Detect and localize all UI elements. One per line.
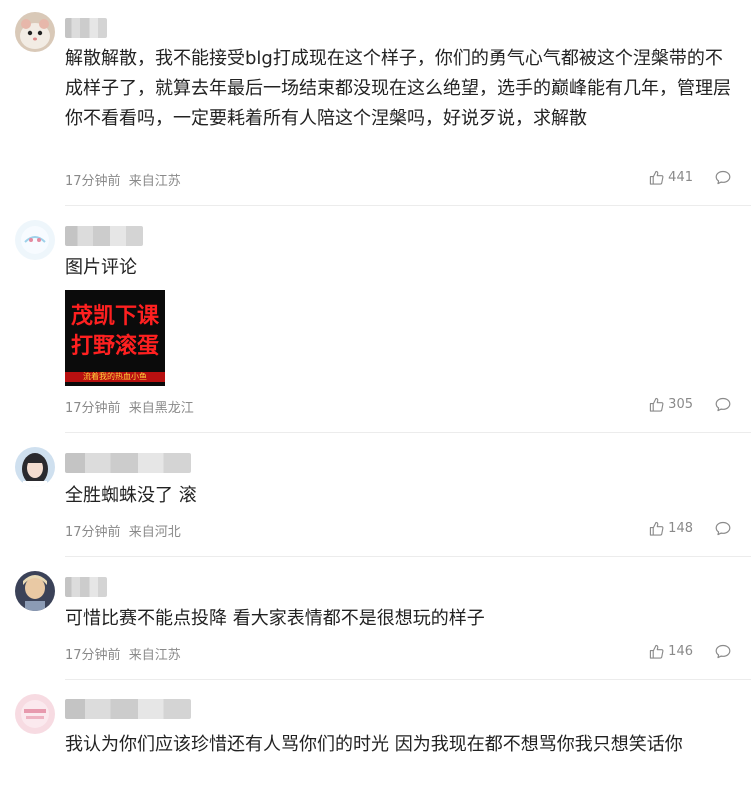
comment-meta: 17分钟前 来自黑龙江 bbox=[65, 397, 194, 416]
comment-meta: 17分钟前 来自河北 bbox=[65, 521, 181, 540]
like-count: 441 bbox=[668, 170, 693, 185]
thumbs-up-icon bbox=[650, 644, 664, 659]
comment-text: 全胜蜘蛛没了 滚 bbox=[65, 485, 197, 506]
reply-button[interactable] bbox=[715, 170, 731, 185]
comment-text: 图片评论 bbox=[65, 257, 137, 278]
username-blurred[interactable] bbox=[65, 226, 143, 246]
speech-bubble-icon bbox=[715, 521, 731, 536]
user-avatar[interactable] bbox=[15, 220, 55, 260]
comment-time: 17分钟前 bbox=[65, 648, 121, 663]
like-count: 305 bbox=[668, 397, 693, 412]
like-button[interactable]: 305 bbox=[649, 397, 693, 412]
comment-meta: 17分钟前 来自江苏 bbox=[65, 644, 181, 663]
girl-avatar-icon bbox=[15, 447, 55, 487]
like-count: 148 bbox=[668, 521, 693, 536]
comment-actions: 305 bbox=[649, 397, 731, 412]
comment-actions: 148 bbox=[649, 521, 731, 536]
thumbs-up-icon bbox=[650, 170, 664, 185]
reply-button[interactable] bbox=[715, 521, 731, 536]
comment-time: 17分钟前 bbox=[65, 525, 121, 540]
comment-image[interactable]: 茂凯下课 打野滚蛋 流着我的热血小鱼 bbox=[65, 290, 165, 386]
like-button[interactable]: 148 bbox=[649, 521, 693, 536]
comment-time: 17分钟前 bbox=[65, 401, 121, 416]
hamster-avatar-icon bbox=[15, 12, 55, 52]
thumbs-up-icon bbox=[650, 521, 664, 536]
username-blurred[interactable] bbox=[65, 699, 191, 719]
divider bbox=[65, 679, 751, 680]
thumbs-up-icon bbox=[650, 397, 664, 412]
comment-actions: 146 bbox=[649, 644, 731, 659]
speech-bubble-icon bbox=[715, 644, 731, 659]
image-text-line1: 茂凯下课 bbox=[70, 304, 159, 329]
like-button[interactable]: 441 bbox=[649, 170, 693, 185]
divider bbox=[65, 432, 751, 433]
image-caption: 流着我的热血小鱼 bbox=[65, 372, 165, 382]
comment-location: 来自江苏 bbox=[128, 648, 181, 663]
reply-button[interactable] bbox=[715, 644, 731, 659]
light-avatar-icon bbox=[15, 220, 55, 260]
divider bbox=[65, 556, 751, 557]
user-avatar[interactable] bbox=[15, 447, 55, 487]
pink-avatar-icon bbox=[15, 694, 55, 734]
reply-button[interactable] bbox=[715, 397, 731, 412]
comment-meta: 17分钟前 来自江苏 bbox=[65, 170, 181, 189]
divider bbox=[65, 205, 751, 206]
comment-location: 来自江苏 bbox=[128, 174, 181, 189]
comment-location: 来自河北 bbox=[128, 525, 181, 540]
comment-time: 17分钟前 bbox=[65, 174, 121, 189]
like-button[interactable]: 146 bbox=[649, 644, 693, 659]
username-blurred[interactable] bbox=[65, 577, 107, 597]
user-avatar[interactable] bbox=[15, 12, 55, 52]
comment-text: 我认为你们应该珍惜还有人骂你们的时光 因为我现在都不想骂你我只想笑话你 bbox=[65, 734, 683, 755]
comment-location: 来自黑龙江 bbox=[128, 401, 194, 416]
like-count: 146 bbox=[668, 644, 693, 659]
user-avatar[interactable] bbox=[15, 571, 55, 611]
username-blurred[interactable] bbox=[65, 18, 107, 38]
user-avatar[interactable] bbox=[15, 694, 55, 734]
comment-text: 可惜比赛不能点投降 看大家表情都不是很想玩的样子 bbox=[65, 608, 485, 629]
speech-bubble-icon bbox=[715, 170, 731, 185]
comment-actions: 441 bbox=[649, 170, 731, 185]
image-text-line2: 打野滚蛋 bbox=[70, 334, 159, 359]
comment-text: 解散解散，我不能接受blg打成现在这个样子，你们的勇气心气都被这个涅槃带的不成样… bbox=[65, 48, 731, 129]
username-blurred[interactable] bbox=[65, 453, 191, 473]
speech-bubble-icon bbox=[715, 397, 731, 412]
person-avatar-icon bbox=[15, 571, 55, 611]
